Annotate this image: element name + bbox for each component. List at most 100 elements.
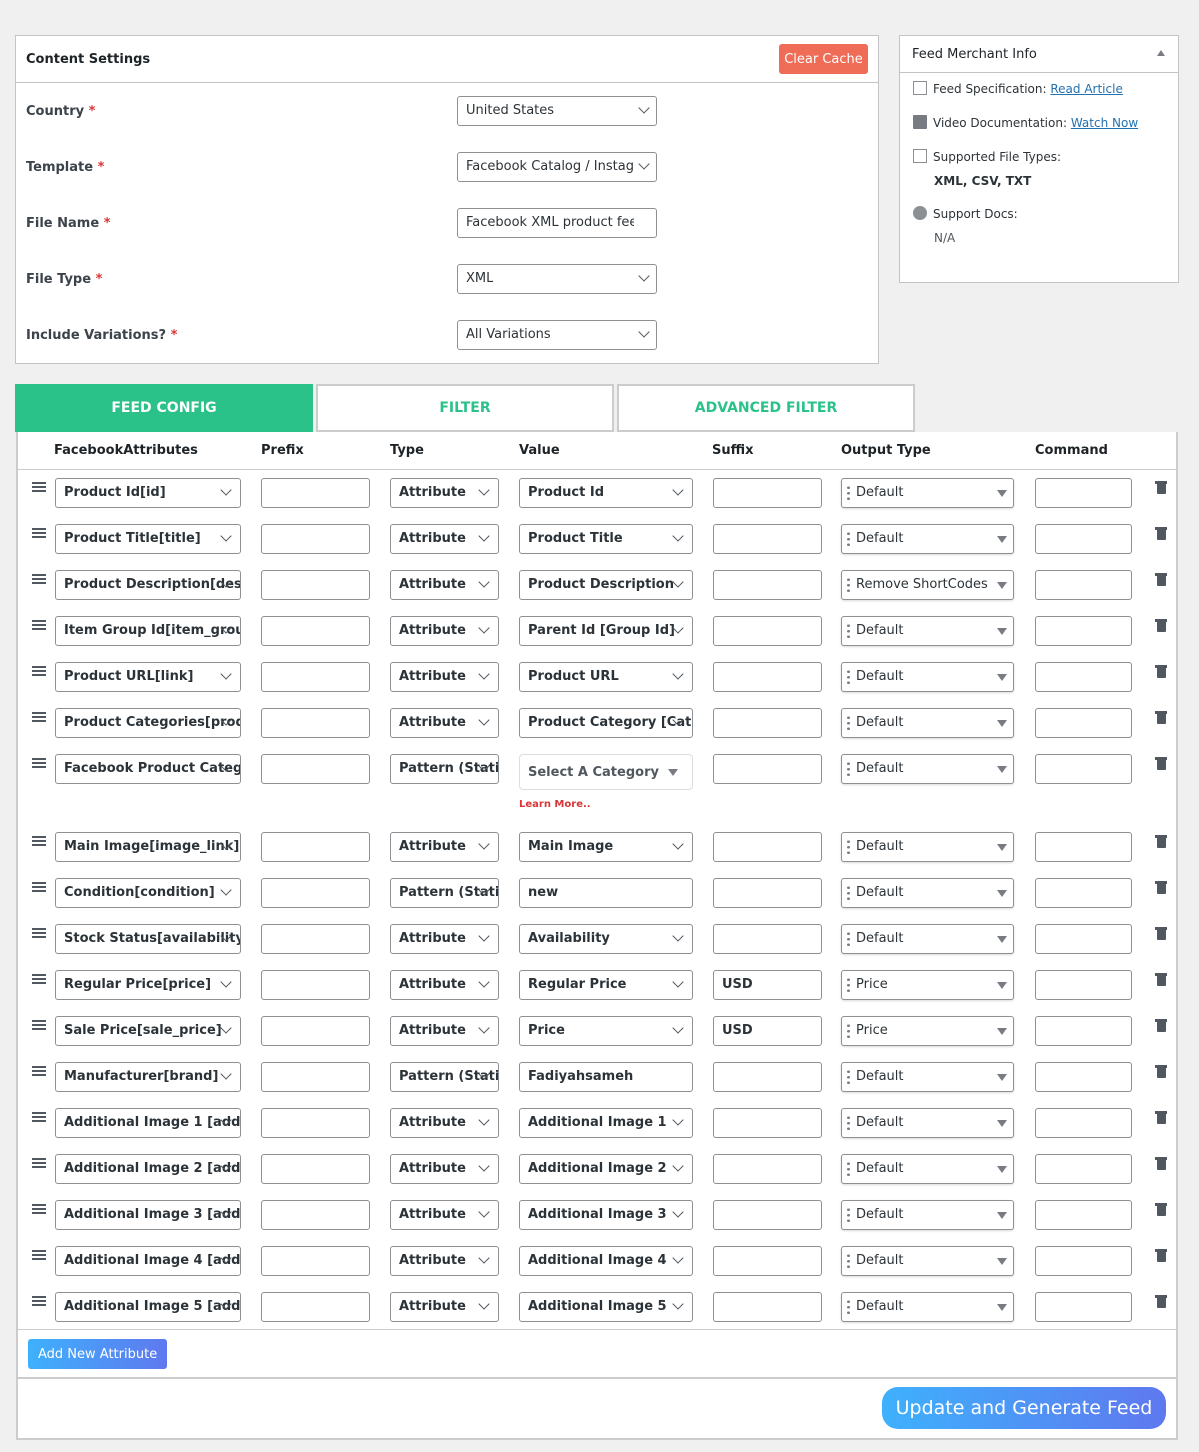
- category-select[interactable]: Select A Category: [519, 754, 693, 790]
- drag-handle-icon[interactable]: [32, 1204, 46, 1214]
- type-select[interactable]: Pattern (Static Value): [390, 754, 499, 784]
- suffix-input[interactable]: [713, 1108, 822, 1138]
- type-select[interactable]: Attribute: [390, 662, 499, 692]
- suffix-input[interactable]: [713, 1062, 822, 1092]
- value-select[interactable]: Product Description: [519, 570, 693, 600]
- command-input[interactable]: [1035, 1200, 1132, 1230]
- value-select[interactable]: Product Id: [519, 478, 693, 508]
- drag-handle-icon[interactable]: [32, 666, 46, 676]
- trash-icon[interactable]: [1155, 1248, 1167, 1262]
- output-type-select[interactable]: Default: [841, 662, 1014, 692]
- merchant-header[interactable]: Feed Merchant Info: [900, 36, 1178, 73]
- drag-handle-icon[interactable]: [32, 1250, 46, 1260]
- drag-handle-icon[interactable]: [32, 1020, 46, 1030]
- drag-handle-icon[interactable]: [32, 836, 46, 846]
- output-type-select[interactable]: Default: [841, 1108, 1014, 1138]
- type-select[interactable]: Attribute: [390, 924, 499, 954]
- attribute-select[interactable]: Additional Image 5 [additional_image_lin…: [55, 1292, 241, 1322]
- trash-icon[interactable]: [1155, 1018, 1167, 1032]
- command-input[interactable]: [1035, 478, 1132, 508]
- output-type-select[interactable]: Default: [841, 1246, 1014, 1276]
- suffix-input[interactable]: [713, 878, 822, 908]
- type-select[interactable]: Attribute: [390, 1154, 499, 1184]
- trash-icon[interactable]: [1155, 664, 1167, 678]
- output-type-select[interactable]: Price: [841, 970, 1014, 1000]
- attribute-select[interactable]: Facebook Product Category: [55, 754, 241, 784]
- type-select[interactable]: Attribute: [390, 1246, 499, 1276]
- trash-icon[interactable]: [1155, 526, 1167, 540]
- suffix-input[interactable]: USD: [713, 1016, 822, 1046]
- field-select[interactable]: United States: [457, 96, 657, 126]
- type-select[interactable]: Attribute: [390, 970, 499, 1000]
- suffix-input[interactable]: [713, 1292, 822, 1322]
- output-type-select[interactable]: Default: [841, 754, 1014, 784]
- prefix-input[interactable]: [261, 478, 370, 508]
- prefix-input[interactable]: [261, 1108, 370, 1138]
- value-select[interactable]: Product Title: [519, 524, 693, 554]
- command-input[interactable]: [1035, 570, 1132, 600]
- type-select[interactable]: Attribute: [390, 1200, 499, 1230]
- value-select[interactable]: Price: [519, 1016, 693, 1046]
- command-input[interactable]: [1035, 1016, 1132, 1046]
- trash-icon[interactable]: [1155, 1064, 1167, 1078]
- trash-icon[interactable]: [1155, 710, 1167, 724]
- add-new-attribute-button[interactable]: Add New Attribute: [28, 1339, 168, 1369]
- prefix-input[interactable]: [261, 524, 370, 554]
- trash-icon[interactable]: [1155, 756, 1167, 770]
- output-type-select[interactable]: Default: [841, 524, 1014, 554]
- suffix-input[interactable]: [713, 708, 822, 738]
- attribute-select[interactable]: Item Group Id[item_group_id]: [55, 616, 241, 646]
- type-select[interactable]: Attribute: [390, 478, 499, 508]
- prefix-input[interactable]: [261, 970, 370, 1000]
- output-type-select[interactable]: Default: [841, 478, 1014, 508]
- command-input[interactable]: [1035, 878, 1132, 908]
- suffix-input[interactable]: [713, 754, 822, 784]
- output-type-select[interactable]: Price: [841, 1016, 1014, 1046]
- field-select[interactable]: All Variations: [457, 320, 657, 350]
- command-input[interactable]: [1035, 754, 1132, 784]
- value-select[interactable]: Additional Image 4: [519, 1246, 693, 1276]
- type-select[interactable]: Attribute: [390, 1292, 499, 1322]
- watch-now-link[interactable]: Watch Now: [1071, 116, 1138, 130]
- attribute-select[interactable]: Product Categories[product_type]: [55, 708, 241, 738]
- drag-handle-icon[interactable]: [32, 528, 46, 538]
- prefix-input[interactable]: [261, 754, 370, 784]
- output-type-select[interactable]: Default: [841, 1062, 1014, 1092]
- type-select[interactable]: Attribute: [390, 1108, 499, 1138]
- drag-handle-icon[interactable]: [32, 882, 46, 892]
- trash-icon[interactable]: [1155, 834, 1167, 848]
- attribute-select[interactable]: Additional Image 4 [additional_image_lin…: [55, 1246, 241, 1276]
- trash-icon[interactable]: [1155, 1156, 1167, 1170]
- output-type-select[interactable]: Default: [841, 1200, 1014, 1230]
- command-input[interactable]: [1035, 1292, 1132, 1322]
- output-type-select[interactable]: Default: [841, 708, 1014, 738]
- drag-handle-icon[interactable]: [32, 482, 46, 492]
- attribute-select[interactable]: Product Title[title]: [55, 524, 241, 554]
- prefix-input[interactable]: [261, 1246, 370, 1276]
- prefix-input[interactable]: [261, 1062, 370, 1092]
- type-select[interactable]: Pattern (Static Value): [390, 1062, 499, 1092]
- suffix-input[interactable]: [713, 1200, 822, 1230]
- learn-more-link[interactable]: Learn More..: [519, 799, 591, 810]
- value-select[interactable]: Product Category [Category Path]: [519, 708, 693, 738]
- attribute-select[interactable]: Stock Status[availability]: [55, 924, 241, 954]
- type-select[interactable]: Attribute: [390, 524, 499, 554]
- drag-handle-icon[interactable]: [32, 1112, 46, 1122]
- output-type-select[interactable]: Default: [841, 616, 1014, 646]
- trash-icon[interactable]: [1155, 1110, 1167, 1124]
- type-select[interactable]: Attribute: [390, 570, 499, 600]
- collapse-arrow-icon[interactable]: [1157, 50, 1165, 56]
- command-input[interactable]: [1035, 924, 1132, 954]
- type-select[interactable]: Pattern (Static Value): [390, 878, 499, 908]
- field-select[interactable]: Facebook Catalog / Instagram: [457, 152, 657, 182]
- attribute-select[interactable]: Sale Price[sale_price]: [55, 1016, 241, 1046]
- field-input[interactable]: Facebook XML product feed: [457, 208, 657, 238]
- trash-icon[interactable]: [1155, 880, 1167, 894]
- output-type-select[interactable]: Default: [841, 832, 1014, 862]
- trash-icon[interactable]: [1155, 572, 1167, 586]
- drag-handle-icon[interactable]: [32, 1296, 46, 1306]
- type-select[interactable]: Attribute: [390, 708, 499, 738]
- value-select[interactable]: Regular Price: [519, 970, 693, 1000]
- attribute-select[interactable]: Additional Image 1 [additional_image_lin…: [55, 1108, 241, 1138]
- trash-icon[interactable]: [1155, 926, 1167, 940]
